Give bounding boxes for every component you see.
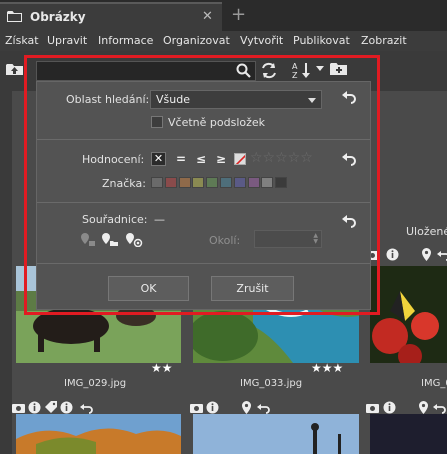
thumbnail-butterfly[interactable]: [370, 266, 447, 363]
rating-stars[interactable]: ☆☆☆☆☆: [250, 150, 313, 166]
new-folder-icon[interactable]: [330, 62, 348, 76]
tab-title: Obrázky: [30, 10, 86, 24]
tag-color-swatch[interactable]: [178, 177, 191, 188]
camera-icon: [366, 404, 379, 413]
pin-folder-icon[interactable]: [101, 233, 119, 247]
folder-icon: [7, 11, 22, 22]
caption-ulozene: Uložené: [406, 225, 447, 238]
coordinates-label: Souřadnice:: [82, 213, 148, 226]
tag-color-swatch[interactable]: [192, 177, 205, 188]
pin-target-icon[interactable]: [125, 233, 143, 247]
chevron-down-icon[interactable]: [316, 66, 324, 72]
caption-img-0: IMG_0: [421, 378, 447, 389]
separator: [37, 263, 370, 264]
separator: [37, 139, 370, 140]
svg-text:A: A: [292, 62, 298, 71]
tag-color-swatch[interactable]: [247, 177, 260, 188]
cancel-button[interactable]: Zrušit: [211, 276, 294, 301]
rating-less-equal-button[interactable]: ≤: [196, 152, 206, 166]
info-icon: [28, 401, 41, 414]
info-icon: [383, 401, 396, 414]
menu-bar: Získat Upravit Informace Organizovat Vyt…: [0, 31, 447, 51]
tab-obrazky[interactable]: Obrázky ✕: [0, 2, 222, 31]
reset-coordinates-icon[interactable]: [342, 214, 356, 228]
info-icon: [206, 401, 219, 414]
menu-publikovat[interactable]: Publikovat: [293, 34, 350, 47]
refresh-icon[interactable]: [260, 62, 278, 79]
add-tab-button[interactable]: +: [231, 4, 246, 25]
tag-color-swatch[interactable]: [261, 177, 274, 188]
search-area-value: Všude: [156, 93, 190, 106]
folder-up-icon[interactable]: [6, 63, 24, 76]
tag-color-swatch[interactable]: [233, 177, 246, 188]
okoli-label: Okolí:: [209, 234, 241, 247]
svg-text:Z: Z: [292, 71, 298, 79]
tag-icon: [45, 401, 57, 413]
rating-equal-button[interactable]: =: [176, 152, 186, 166]
no-rating-icon[interactable]: [234, 153, 246, 165]
search-area-select[interactable]: Všude: [150, 90, 322, 109]
spinner-icon[interactable]: ▲ ▼: [313, 233, 318, 245]
rating-greater-equal-button[interactable]: ≥: [216, 152, 226, 166]
info-icon: [60, 401, 73, 414]
undo-icon: [433, 404, 446, 414]
thumbnail-street[interactable]: [193, 414, 359, 454]
location-pin-icon: [419, 401, 428, 414]
caption-img-033: IMG_033.jpg: [240, 378, 303, 389]
location-pin-icon: [422, 248, 431, 261]
rating-clear-button[interactable]: ✕: [151, 152, 166, 166]
tag-color-swatch[interactable]: [151, 177, 163, 188]
include-subfolders-checkbox[interactable]: [151, 116, 163, 128]
search-area-label: Oblast hledání:: [66, 93, 150, 106]
menu-organizovat[interactable]: Organizovat: [163, 34, 230, 47]
caption-img-029: IMG_029.jpg: [64, 378, 127, 389]
thumbnail-autumn[interactable]: [16, 414, 181, 454]
camera-icon: [12, 404, 25, 413]
info-icon: [386, 248, 399, 261]
tag-color-swatch[interactable]: [206, 177, 219, 188]
rating-stars-img-033: ★★★: [311, 361, 344, 375]
rating-label: Hodnocení:: [82, 153, 145, 166]
coordinates-value: —: [154, 213, 165, 226]
separator: [37, 202, 370, 203]
location-pin-icon: [242, 401, 251, 414]
menu-upravit[interactable]: Upravit: [47, 34, 87, 47]
undo-icon: [437, 251, 447, 261]
menu-vytvorit[interactable]: Vytvořit: [240, 34, 283, 47]
thumbnail-dark[interactable]: [370, 414, 447, 454]
left-panel-edge: [0, 91, 12, 454]
search-input[interactable]: [36, 61, 256, 81]
tag-color-swatch[interactable]: [164, 177, 177, 188]
tag-label: Značka:: [102, 177, 146, 190]
include-subfolders-label: Včetně podsložek: [168, 116, 266, 129]
reset-search-area-icon[interactable]: [342, 90, 356, 104]
close-tab-icon[interactable]: ✕: [202, 9, 213, 24]
undo-icon: [257, 404, 270, 414]
camera-icon: [190, 404, 203, 413]
menu-ziskat[interactable]: Získat: [5, 34, 39, 47]
okoli-input[interactable]: ▲ ▼: [254, 230, 322, 248]
tag-color-swatch[interactable]: [275, 177, 288, 188]
undo-icon: [80, 404, 93, 414]
search-icon[interactable]: [236, 63, 251, 78]
reset-rating-icon[interactable]: [342, 152, 356, 166]
tag-color-swatch[interactable]: [220, 177, 232, 188]
chevron-down-icon: [308, 98, 316, 103]
ok-button[interactable]: OK: [108, 276, 189, 301]
menu-informace[interactable]: Informace: [98, 34, 153, 47]
menu-zobrazit[interactable]: Zobrazit: [361, 34, 407, 47]
rating-stars-img-029: ★★: [151, 361, 173, 375]
sort-icon[interactable]: A Z: [292, 61, 314, 79]
pin-from-folder-icon[interactable]: [80, 233, 96, 247]
